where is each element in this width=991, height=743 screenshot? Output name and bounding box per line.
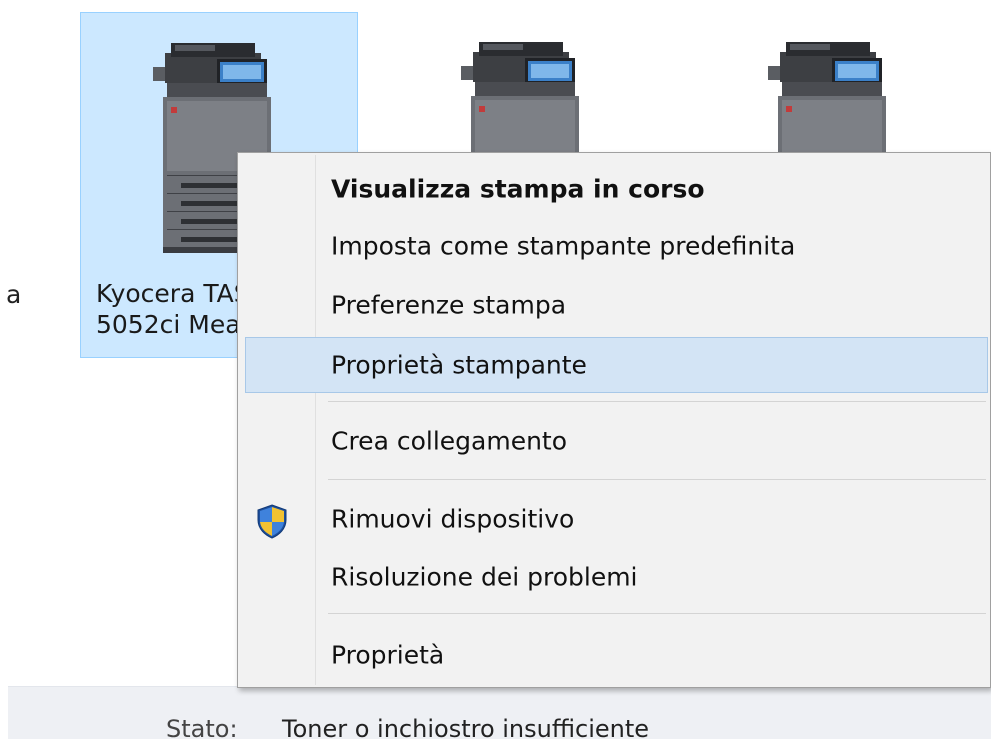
menu-item-label: Preferenze stampa (331, 290, 567, 320)
menu-item-label: Visualizza stampa in corso (331, 174, 705, 204)
menu-item-view-print-queue[interactable]: Visualizza stampa in corso (240, 163, 988, 215)
menu-item-create-shortcut[interactable]: Crea collegamento (240, 415, 988, 467)
menu-item-label: Crea collegamento (331, 426, 568, 456)
menu-item-set-default-printer[interactable]: Imposta come stampante predefinita (240, 220, 988, 272)
menu-item-printer-properties[interactable]: Proprietà stampante (245, 337, 988, 393)
menu-separator (328, 401, 986, 402)
menu-item-printing-preferences[interactable]: Preferenze stampa (240, 279, 988, 331)
menu-item-label: Rimuovi dispositivo (331, 504, 575, 534)
menu-separator (328, 613, 986, 614)
menu-item-label: Imposta come stampante predefinita (331, 231, 796, 261)
menu-item-label: Proprietà stampante (331, 350, 587, 380)
menu-separator (328, 479, 986, 480)
status-value: Toner o inchiostro insufficiente (282, 715, 650, 743)
details-status-bar: Stato: Toner o inchiostro insufficiente (8, 686, 991, 743)
menu-item-label: Risoluzione dei problemi (331, 562, 638, 592)
menu-item-troubleshoot[interactable]: Risoluzione dei problemi (240, 551, 988, 603)
status-label: Stato: (166, 715, 238, 743)
menu-item-remove-device[interactable]: Rimuovi dispositivo (240, 493, 988, 545)
menu-item-label: Proprietà (331, 640, 445, 670)
uac-shield-icon (257, 504, 287, 539)
menu-item-properties[interactable]: Proprietà (240, 629, 988, 681)
context-menu: Visualizza stampa in corso Imposta come … (237, 152, 991, 688)
adjacent-device-label-fragment: a (6, 280, 22, 309)
